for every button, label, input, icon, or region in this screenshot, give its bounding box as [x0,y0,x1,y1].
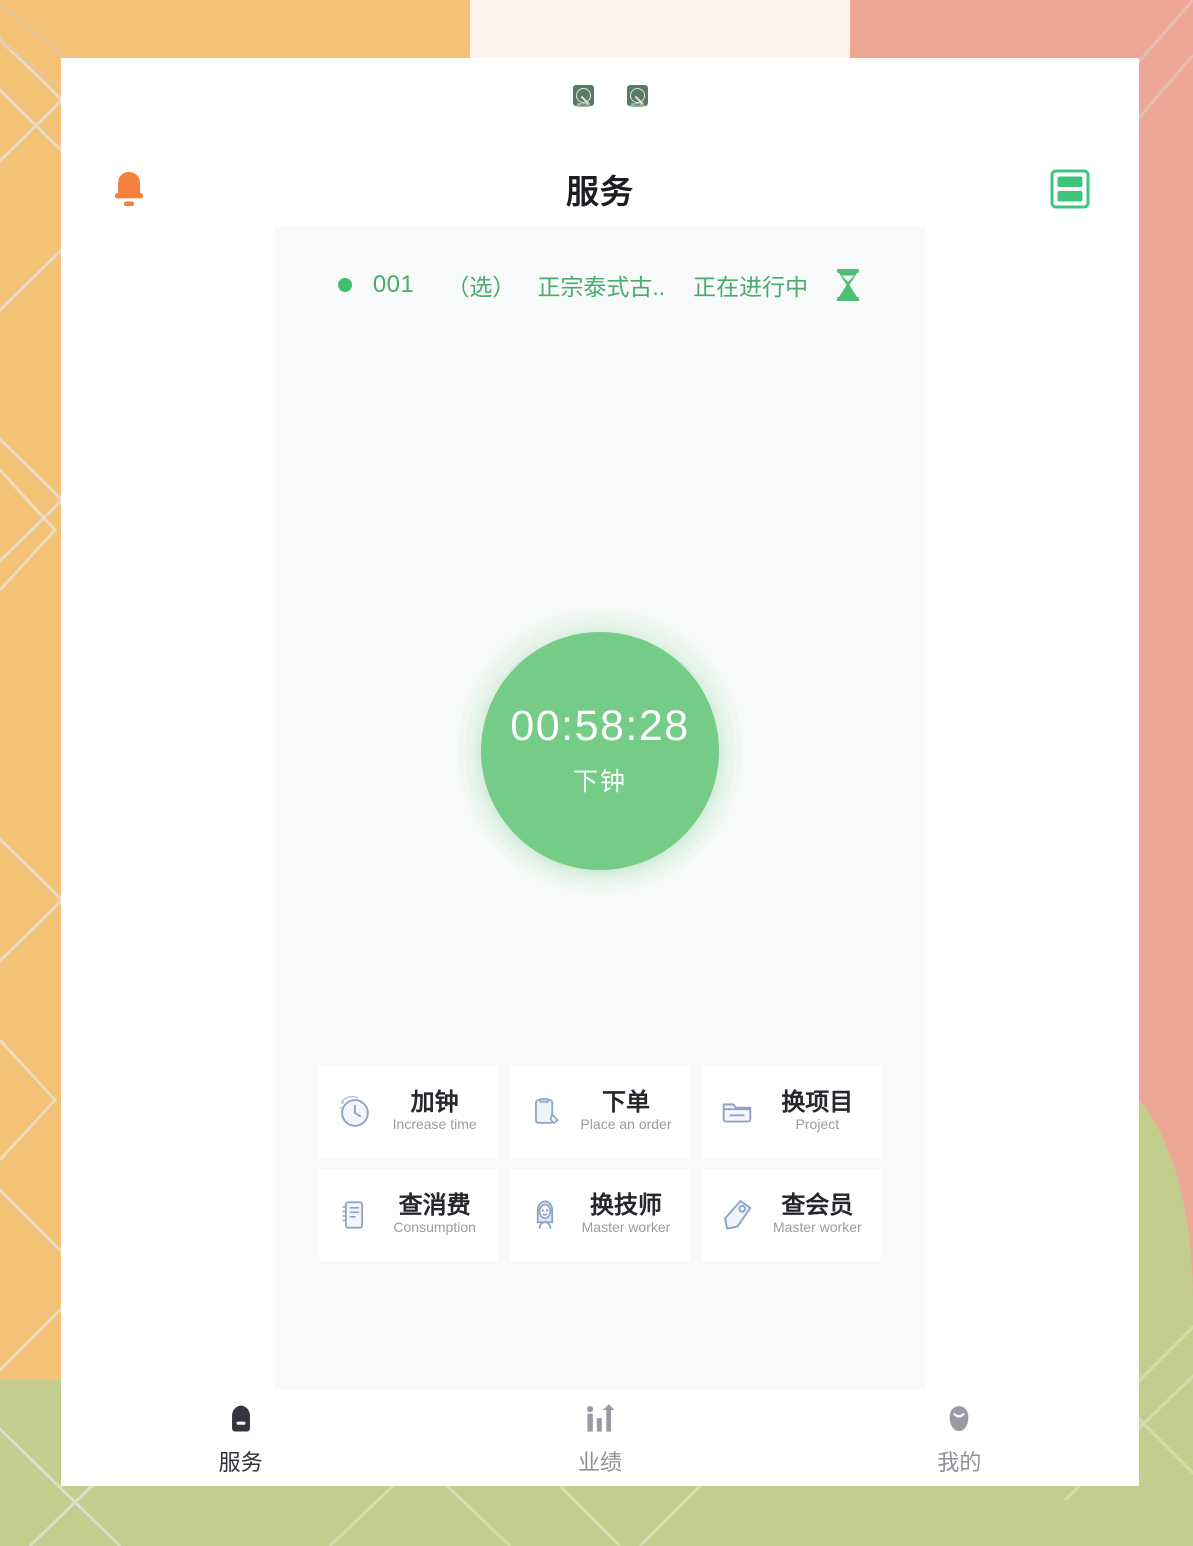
action-card-increase-time[interactable]: 加钟 Increase time [319,1066,499,1158]
action-card-label-cn: 加钟 [410,1088,459,1116]
notebook-icon [333,1194,375,1236]
timer-glow-ring: 00:58:28 下钟 [465,616,735,886]
tab-label-performance: 业绩 [577,1450,622,1475]
action-card-label-en: Project [795,1116,840,1133]
action-card-consumption[interactable]: 查消费 Consumption [319,1169,499,1261]
technician-icon [524,1194,566,1236]
scan-code-icon[interactable] [1049,168,1091,210]
folder-icon [716,1091,758,1133]
action-card-label-en: Increase time [392,1116,477,1133]
app-header: 服务 [61,146,1139,232]
timer-section: 00:58:28 下钟 [275,616,925,886]
order-selection-tag: （选） [446,274,516,300]
order-state-text: 正在进行中 [693,274,809,300]
timer-time: 00:58:28 [510,701,690,750]
home-icon [224,1400,258,1438]
action-grid: 加钟 Increase time 下单 Place an order 换项目 P… [319,1066,881,1261]
broken-image-caption-1: IMG [577,103,590,107]
page-title: 服务 [566,173,634,210]
timer-label: 下钟 [572,767,627,796]
action-card-label-cn: 查会员 [781,1191,854,1219]
order-status-bar[interactable]: 001 （选） 正宗泰式古.. 正在进行中 [275,226,925,344]
tab-label-service: 服务 [218,1450,263,1475]
action-card-label-cn: 下单 [601,1088,650,1116]
broken-image-icon-1: IMG [573,85,594,107]
action-card-label-en: Consumption [393,1219,476,1236]
bell-icon[interactable] [107,167,151,211]
broken-image-icon-2: IMG [627,85,648,107]
status-dot-active [337,278,352,292]
order-project-name: 正宗泰式古.. [537,274,666,300]
bottom-tab-bar: 服务 业绩 我的 [61,1390,1139,1486]
tab-service[interactable]: 服务 [61,1400,420,1477]
chart-icon [582,1400,618,1438]
broken-image-caption-2: IMG [631,103,644,107]
action-card-label-en: Master worker [772,1219,862,1236]
action-card-label-cn: 换项目 [781,1088,854,1116]
tab-performance[interactable]: 业绩 [420,1400,779,1477]
tag-icon [716,1194,758,1236]
order-number: 001 [372,271,415,298]
tab-mine[interactable]: 我的 [780,1400,1139,1477]
tab-label-mine: 我的 [937,1450,982,1475]
status-bar: IMG IMG [61,85,1139,107]
person-icon [943,1400,975,1438]
hourglass-icon [834,268,862,302]
action-card-label-cn: 换技师 [589,1191,662,1219]
phone-screen: IMG IMG 服务 001 （选） 正宗泰式古.. 正在进行中 00:58:2… [61,58,1139,1486]
clock-icon [333,1091,375,1133]
action-card-change-technician[interactable]: 换技师 Master worker [510,1169,690,1261]
action-card-check-member[interactable]: 查会员 Master worker [701,1169,881,1261]
content-panel: 001 （选） 正宗泰式古.. 正在进行中 00:58:28 下钟 加钟 Inc… [275,226,925,1390]
action-card-label-en: Master worker [581,1219,671,1236]
action-card-label-cn: 查消费 [398,1191,471,1219]
order-note-icon [524,1091,566,1133]
timer-button[interactable]: 00:58:28 下钟 [481,632,719,870]
action-card-change-project[interactable]: 换项目 Project [701,1066,881,1158]
action-card-place-order[interactable]: 下单 Place an order [510,1066,690,1158]
action-card-label-en: Place an order [580,1116,672,1133]
